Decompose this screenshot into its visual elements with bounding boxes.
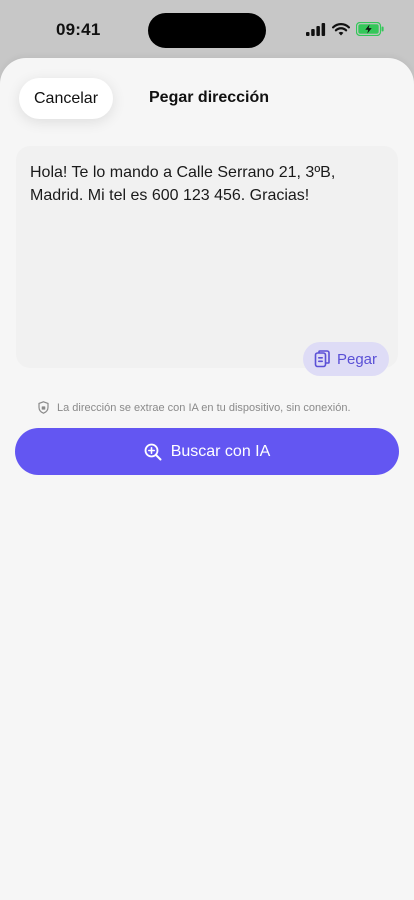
address-text-value: Hola! Te lo mando a Calle Serrano 21, 3º… [30, 164, 336, 204]
search-with-ai-label: Buscar con IA [170, 442, 271, 460]
cancel-button[interactable]: Cancelar [19, 78, 113, 119]
privacy-note: La dirección se extrae con IA en tu disp… [38, 401, 351, 414]
paste-button[interactable]: Pegar [302, 342, 389, 376]
dynamic-island [148, 13, 266, 48]
magnifier-plus-icon [144, 443, 162, 460]
status-bar: 09:41 [0, 0, 414, 58]
signal-icon [306, 22, 326, 36]
paste-address-sheet: Cancelar Pegar dirección Hola! Te lo man… [0, 58, 414, 900]
wifi-icon [332, 22, 350, 35]
status-icons [306, 22, 384, 36]
battery-charging-icon [356, 22, 384, 36]
paste-button-label: Pegar [336, 350, 377, 368]
page-title: Pegar dirección [149, 89, 270, 106]
privacy-note-text: La dirección se extrae con IA en tu disp… [57, 401, 351, 414]
address-text-area[interactable]: Hola! Te lo mando a Calle Serrano 21, 3º… [16, 146, 398, 376]
search-with-ai-button[interactable]: Buscar con IA [15, 428, 399, 475]
status-time: 09:41 [56, 20, 101, 39]
clipboard-icon [314, 350, 330, 368]
shield-icon [38, 401, 49, 414]
